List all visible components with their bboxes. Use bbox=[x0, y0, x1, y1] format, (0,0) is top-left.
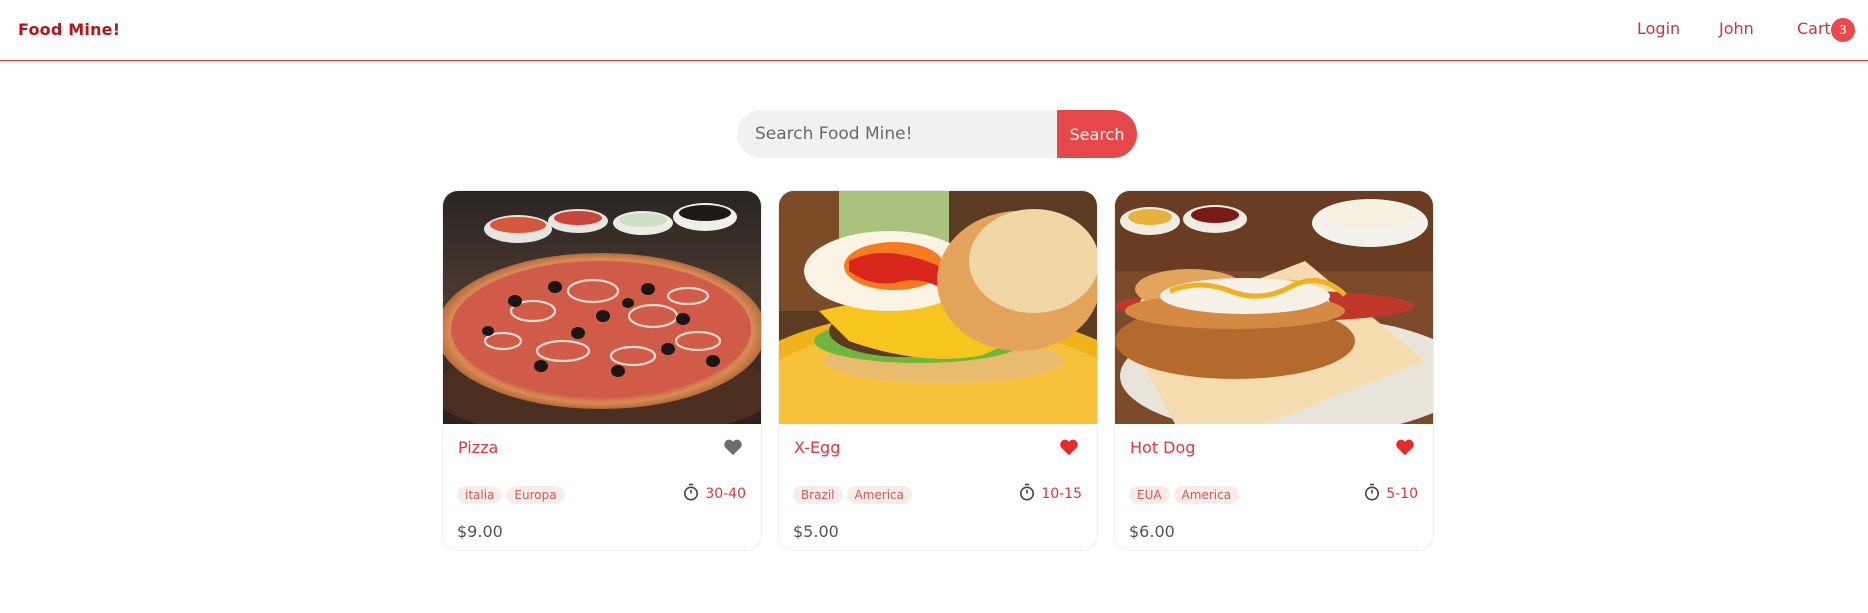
food-name: Hot Dog bbox=[1130, 438, 1196, 457]
stopwatch-icon bbox=[684, 483, 699, 501]
food-name: X-Egg bbox=[794, 438, 841, 457]
brand-logo[interactable]: Food Mine! bbox=[18, 20, 120, 39]
tag-chip[interactable]: italia bbox=[457, 486, 503, 504]
cook-time-value: 30-40 bbox=[705, 486, 746, 502]
food-image-x-egg[interactable] bbox=[779, 191, 1097, 424]
food-price: $6.00 bbox=[1129, 522, 1175, 541]
tag-chip[interactable]: America bbox=[846, 486, 912, 504]
tag-chip[interactable]: America bbox=[1173, 486, 1240, 504]
search-input[interactable] bbox=[737, 110, 1057, 158]
favorite-heart-icon[interactable] bbox=[1395, 438, 1415, 456]
cart-count-badge: 3 bbox=[1831, 18, 1855, 42]
tag-chip[interactable]: Brazil bbox=[793, 486, 843, 504]
search-button[interactable]: Search bbox=[1057, 110, 1137, 158]
tag-chip[interactable]: Europa bbox=[506, 486, 565, 504]
search-bar: Search bbox=[737, 110, 1137, 158]
favorite-heart-icon[interactable] bbox=[723, 438, 743, 456]
food-price: $5.00 bbox=[793, 522, 839, 541]
food-image-pizza[interactable] bbox=[443, 191, 761, 424]
tag-list: italia Europa bbox=[457, 484, 569, 504]
food-card[interactable]: Pizza italia Europa 30-40 $9.00 bbox=[442, 190, 762, 551]
food-name: Pizza bbox=[458, 438, 499, 457]
tag-list: EUA America bbox=[1129, 484, 1243, 504]
cook-time-value: 5-10 bbox=[1386, 486, 1418, 502]
top-header: Food Mine! Login John Cart 3 bbox=[0, 0, 1868, 61]
stopwatch-icon bbox=[1020, 483, 1035, 501]
cart-label: Cart bbox=[1797, 19, 1831, 38]
cook-time: 30-40 bbox=[683, 483, 746, 503]
stopwatch-icon bbox=[1365, 483, 1380, 501]
tag-chip[interactable]: EUA bbox=[1129, 486, 1170, 504]
cart-link[interactable]: Cart bbox=[1797, 19, 1831, 38]
tag-list: Brazil America bbox=[793, 484, 916, 504]
food-price: $9.00 bbox=[457, 522, 503, 541]
cook-time: 10-15 bbox=[1019, 483, 1082, 503]
cook-time: 5-10 bbox=[1364, 483, 1418, 503]
food-image-hot-dog[interactable] bbox=[1115, 191, 1433, 424]
favorite-heart-icon[interactable] bbox=[1059, 438, 1079, 456]
user-link[interactable]: John bbox=[1719, 19, 1754, 38]
food-card[interactable]: X-Egg Brazil America 10-15 $5.00 bbox=[778, 190, 1098, 551]
login-link[interactable]: Login bbox=[1637, 19, 1680, 38]
cook-time-value: 10-15 bbox=[1041, 486, 1082, 502]
food-card[interactable]: Hot Dog EUA America 5-10 $6.00 bbox=[1114, 190, 1434, 551]
